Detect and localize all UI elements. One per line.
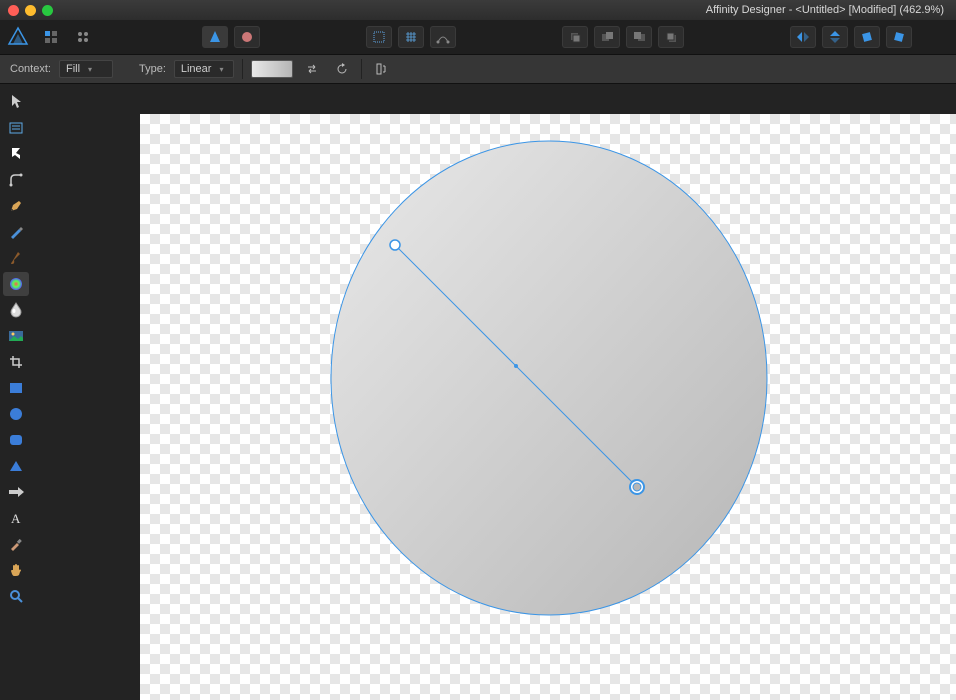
rotate-cw-button[interactable] bbox=[886, 26, 912, 48]
titlebar: Affinity Designer - <Untitled> [Modified… bbox=[0, 0, 956, 20]
arrange-forward-one-button[interactable] bbox=[626, 26, 652, 48]
move-tool[interactable] bbox=[3, 90, 29, 114]
divider bbox=[242, 59, 243, 79]
artistic-text-tool[interactable]: A bbox=[3, 506, 29, 530]
maintain-aspect-button[interactable] bbox=[370, 60, 392, 78]
type-select-value: Linear bbox=[181, 63, 212, 75]
arrange-front-button[interactable] bbox=[658, 26, 684, 48]
view-mode-vector-button[interactable] bbox=[202, 26, 228, 48]
gradient-swatch[interactable] bbox=[251, 60, 293, 78]
context-select-value: Fill bbox=[66, 63, 80, 75]
zoom-window-icon[interactable] bbox=[42, 5, 53, 16]
context-label: Context: bbox=[10, 63, 51, 75]
snap-node-button[interactable] bbox=[430, 26, 456, 48]
context-toolbar: Context: Fill ▾ Type: Linear ▾ bbox=[0, 54, 956, 84]
window-traffic-lights bbox=[0, 5, 53, 16]
snap-grid-button[interactable] bbox=[398, 26, 424, 48]
corner-tool[interactable] bbox=[3, 168, 29, 192]
main-toolbar bbox=[0, 20, 956, 54]
gradient-end-handle-inner bbox=[633, 483, 641, 491]
gradient-start-handle[interactable] bbox=[390, 240, 400, 250]
ellipse-tool[interactable] bbox=[3, 402, 29, 426]
persona-pixel-button[interactable] bbox=[70, 26, 96, 48]
pen-tool[interactable] bbox=[3, 194, 29, 218]
pencil-tool[interactable] bbox=[3, 220, 29, 244]
divider bbox=[361, 59, 362, 79]
color-picker-tool[interactable] bbox=[3, 532, 29, 556]
canvas-viewport[interactable] bbox=[32, 84, 956, 700]
rotate-ccw-button[interactable] bbox=[854, 26, 880, 48]
persona-designer-button[interactable] bbox=[38, 26, 64, 48]
type-select[interactable]: Linear ▾ bbox=[174, 60, 234, 78]
window-title: Affinity Designer - <Untitled> [Modified… bbox=[53, 4, 956, 16]
rectangle-tool[interactable] bbox=[3, 376, 29, 400]
tools-panel: A bbox=[0, 84, 32, 700]
fill-tool[interactable] bbox=[3, 272, 29, 296]
gradient-midpoint-handle[interactable] bbox=[514, 364, 518, 368]
arrange-back-one-button[interactable] bbox=[594, 26, 620, 48]
place-image-tool[interactable] bbox=[3, 324, 29, 348]
arrange-back-button[interactable] bbox=[562, 26, 588, 48]
crop-tool[interactable] bbox=[3, 350, 29, 374]
node-tool[interactable] bbox=[3, 142, 29, 166]
rounded-rectangle-tool[interactable] bbox=[3, 428, 29, 452]
view-mode-pixel-button[interactable] bbox=[234, 26, 260, 48]
flip-horizontal-button[interactable] bbox=[790, 26, 816, 48]
transparency-tool[interactable] bbox=[3, 298, 29, 322]
workspace: A bbox=[0, 84, 956, 700]
arrow-shape-tool[interactable] bbox=[3, 480, 29, 504]
rotate-gradient-button[interactable] bbox=[331, 60, 353, 78]
context-select[interactable]: Fill ▾ bbox=[59, 60, 113, 78]
flip-vertical-button[interactable] bbox=[822, 26, 848, 48]
close-window-icon[interactable] bbox=[8, 5, 19, 16]
triangle-tool[interactable] bbox=[3, 454, 29, 478]
app-logo-icon bbox=[6, 25, 30, 49]
ellipse-shape[interactable] bbox=[330, 140, 768, 616]
type-label: Type: bbox=[139, 63, 166, 75]
zoom-tool[interactable] bbox=[3, 584, 29, 608]
minimize-window-icon[interactable] bbox=[25, 5, 36, 16]
chevron-down-icon: ▾ bbox=[219, 65, 223, 74]
svg-text:A: A bbox=[11, 511, 21, 525]
reverse-gradient-button[interactable] bbox=[301, 60, 323, 78]
snap-bounds-button[interactable] bbox=[366, 26, 392, 48]
vector-brush-tool[interactable] bbox=[3, 246, 29, 270]
artboard[interactable] bbox=[140, 114, 956, 700]
artboard-tool[interactable] bbox=[3, 116, 29, 140]
canvas-gap bbox=[32, 84, 956, 114]
view-pan-tool[interactable] bbox=[3, 558, 29, 582]
chevron-down-icon: ▾ bbox=[88, 65, 92, 74]
